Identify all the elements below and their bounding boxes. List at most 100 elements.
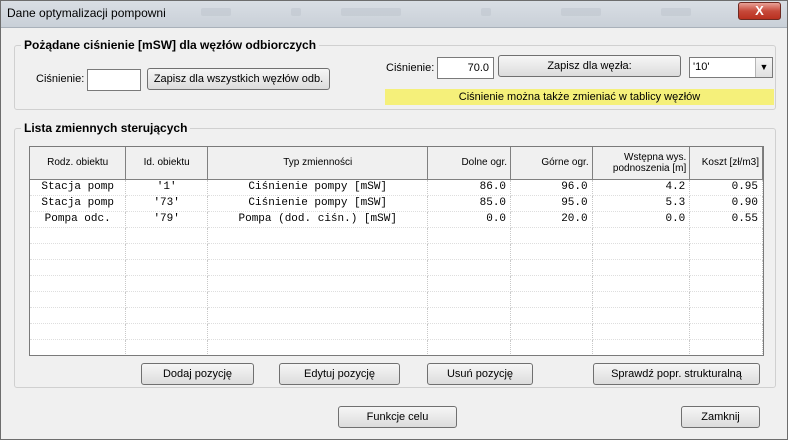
dialog-window: Dane optymalizacji pompowni X Pożądane c… [0,0,788,440]
empty-cell [207,243,429,260]
empty-cell [689,275,763,292]
background-window-ghost [291,8,301,16]
control-variables-grid: Rodz. obiektu Id. obiektu Typ zmienności… [30,147,763,355]
cell-cost: 0.95 [689,179,763,196]
cell-upper-bound: 20.0 [510,211,593,228]
empty-table-row[interactable] [30,291,763,308]
close-button[interactable]: Zamknij [681,406,760,428]
cell-variable-type: Ciśnienie pompy [mSW] [207,179,429,196]
cell-cost: 0.90 [689,195,763,212]
empty-cell [125,339,208,355]
column-header-object-id[interactable]: Id. obiektu [125,147,208,180]
pressure-node-label: Ciśnienie: [386,62,435,74]
empty-cell [510,291,593,308]
cell-object-id: '73' [125,195,208,212]
save-node-button[interactable]: Zapisz dla węzła: [498,55,681,77]
empty-table-row[interactable] [30,227,763,244]
save-all-nodes-button[interactable]: Zapisz dla wszystkich węzłów odb. [147,68,330,90]
column-header-cost[interactable]: Koszt [zł/m3] [689,147,763,180]
empty-cell [510,307,593,324]
column-header-lower-bound[interactable]: Dolne ogr. [427,147,512,180]
cell-initial-head: 5.3 [592,195,691,212]
empty-table-row[interactable] [30,323,763,340]
empty-cell [30,291,127,308]
empty-cell [592,323,691,340]
column-header-object-type[interactable]: Rodz. obiektu [30,147,127,180]
empty-cell [30,243,127,260]
empty-cell [30,227,127,244]
dialog-client-area: Pożądane ciśnienie [mSW] dla węzłów odbi… [5,29,783,435]
cell-cost: 0.55 [689,211,763,228]
background-window-ghost [201,8,231,16]
background-window-ghost [661,8,691,16]
empty-cell [207,227,429,244]
close-icon: X [755,3,764,18]
empty-cell [689,323,763,340]
empty-cell [592,227,691,244]
empty-cell [592,307,691,324]
empty-cell [30,339,127,355]
table-row[interactable]: Pompa odc. '79' Pompa (dod. ciśn.) [mSW] 0.… [30,211,763,228]
cell-upper-bound: 95.0 [510,195,593,212]
empty-cell [30,259,127,276]
empty-table-row[interactable] [30,307,763,324]
chevron-down-icon[interactable]: ▼ [755,58,772,77]
cell-object-type: Stacja pomp [30,179,127,196]
empty-cell [689,291,763,308]
empty-cell [30,323,127,340]
empty-cell [427,339,512,355]
empty-cell [125,323,208,340]
empty-table-row[interactable] [30,259,763,276]
empty-cell [30,307,127,324]
empty-cell [125,291,208,308]
empty-cell [427,291,512,308]
pressure-hint: Ciśnienie można także zmieniać w tablicy… [385,89,774,105]
cell-lower-bound: 85.0 [427,195,512,212]
edit-item-button[interactable]: Edytuj pozycję [279,363,400,385]
close-window-button[interactable]: X [738,2,781,20]
column-header-upper-bound[interactable]: Górne ogr. [510,147,593,180]
column-header-variable-type[interactable]: Typ zmienności [207,147,429,180]
empty-cell [689,259,763,276]
cell-initial-head: 0.0 [592,211,691,228]
table-header-row: Rodz. obiektu Id. obiektu Typ zmienności… [30,147,763,180]
empty-cell [427,307,512,324]
column-header-initial-head[interactable]: Wstępna wys. podnoszenia [m] [592,147,691,180]
empty-cell [592,339,691,355]
empty-cell [30,275,127,292]
empty-cell [689,307,763,324]
control-variables-table[interactable]: Rodz. obiektu Id. obiektu Typ zmienności… [29,146,764,356]
remove-item-button[interactable]: Usuń pozycję [427,363,533,385]
empty-cell [427,227,512,244]
pressure-node-input[interactable]: 70.0 [437,57,494,79]
empty-cell [125,307,208,324]
node-select[interactable]: '10' ▼ [689,57,773,78]
empty-cell [207,307,429,324]
empty-table-row[interactable] [30,275,763,292]
empty-table-row[interactable] [30,243,763,260]
empty-table-row[interactable] [30,339,763,355]
empty-cell [510,323,593,340]
empty-cell [207,339,429,355]
cell-variable-type: Ciśnienie pompy [mSW] [207,195,429,212]
empty-cell [207,291,429,308]
empty-cell [510,243,593,260]
node-select-value: '10' [693,61,710,73]
objective-functions-button[interactable]: Funkcje celu [338,406,457,428]
empty-cell [592,275,691,292]
background-window-ghost [481,8,491,16]
table-row[interactable]: Stacja pomp '73' Ciśnienie pompy [mSW] 85.0… [30,195,763,212]
cell-object-type: Stacja pomp [30,195,127,212]
add-item-button[interactable]: Dodaj pozycję [141,363,254,385]
check-structure-button[interactable]: Sprawdź popr. strukturalną [593,363,760,385]
table-row[interactable]: Stacja pomp '1' Ciśnienie pompy [mSW] 86.0 9… [30,179,763,196]
empty-cell [510,275,593,292]
empty-cell [510,259,593,276]
empty-cell [689,227,763,244]
cell-initial-head: 4.2 [592,179,691,196]
pressure-all-input[interactable] [87,69,141,91]
empty-cell [510,339,593,355]
title-bar[interactable]: Dane optymalizacji pompowni X [1,1,787,28]
empty-cell [207,259,429,276]
cell-object-type: Pompa odc. [30,211,127,228]
